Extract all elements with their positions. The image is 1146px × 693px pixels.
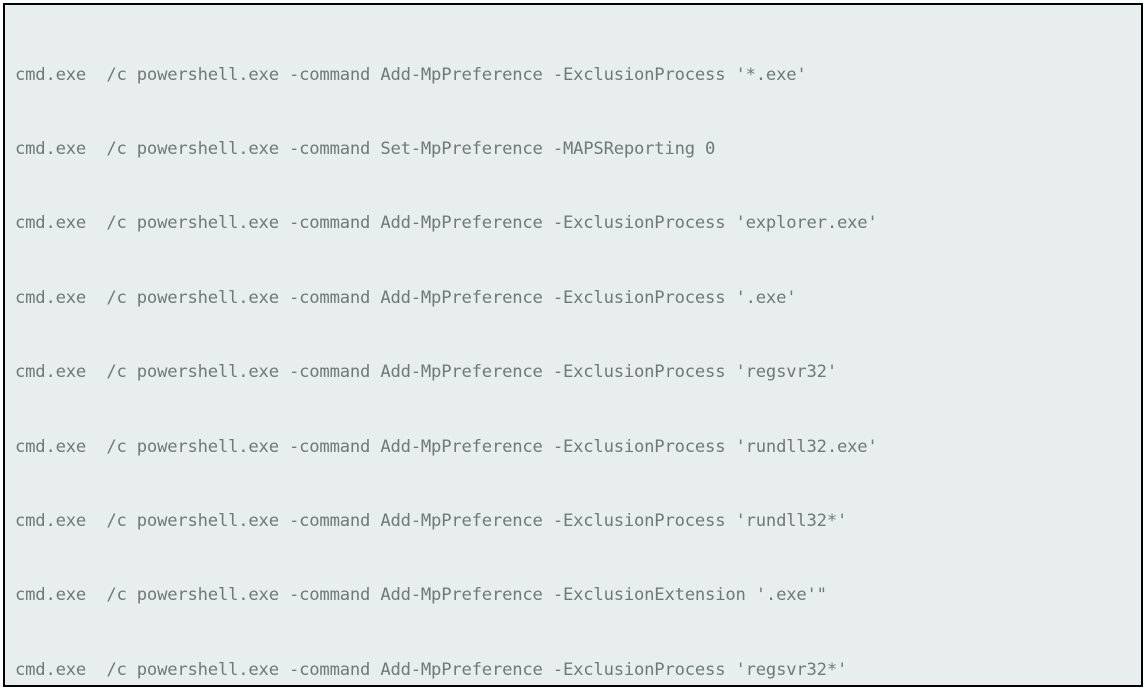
code-line: cmd.exe /c powershell.exe -command Add-M… [15,509,1131,534]
code-line: cmd.exe /c powershell.exe -command Add-M… [15,286,1131,311]
code-line: cmd.exe /c powershell.exe -command Set-M… [15,137,1131,162]
code-line: cmd.exe /c powershell.exe -command Add-M… [15,211,1131,236]
code-line: cmd.exe /c powershell.exe -command Add-M… [15,583,1131,608]
code-line: cmd.exe /c powershell.exe -command Add-M… [15,63,1131,88]
code-block: cmd.exe /c powershell.exe -command Add-M… [3,3,1143,687]
code-line: cmd.exe /c powershell.exe -command Add-M… [15,658,1131,683]
code-line: cmd.exe /c powershell.exe -command Add-M… [15,435,1131,460]
code-line: cmd.exe /c powershell.exe -command Add-M… [15,360,1131,385]
